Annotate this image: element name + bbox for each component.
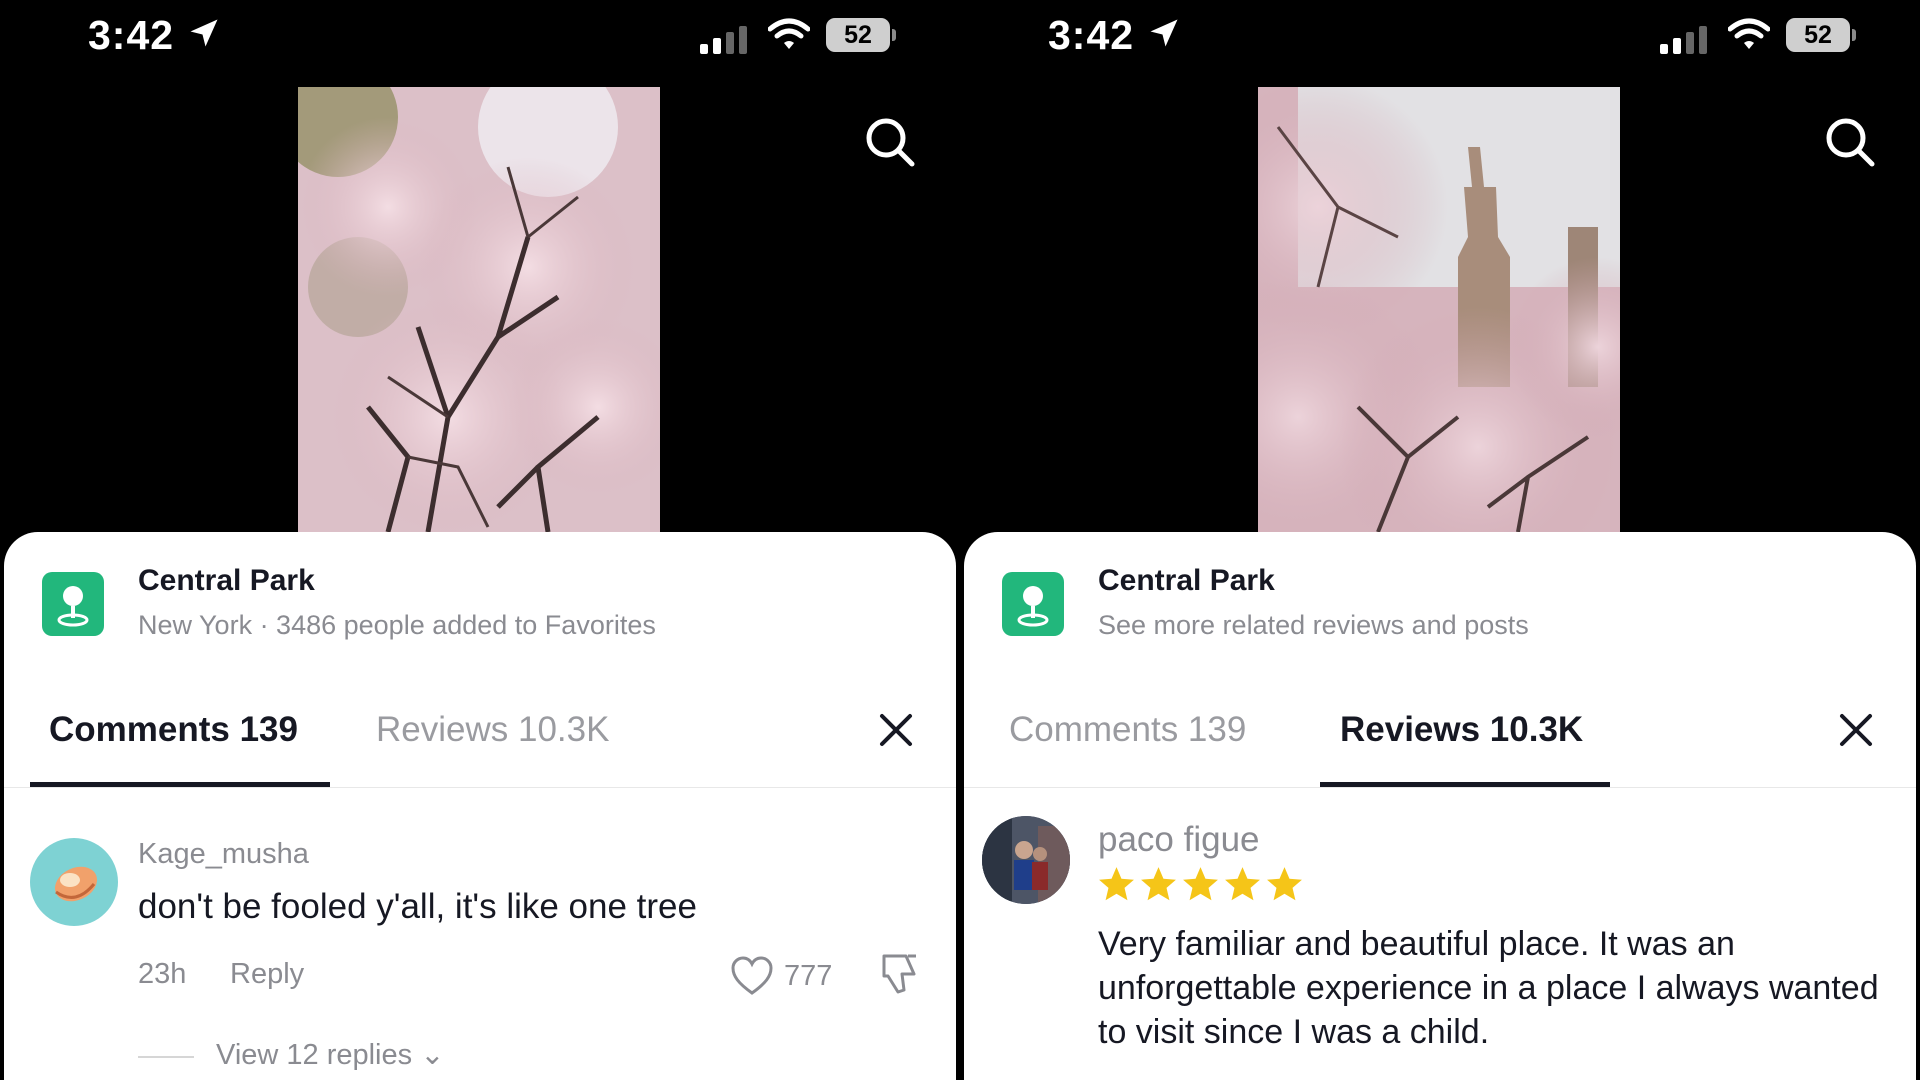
phone-screen-reviews: 3:42 52 Central Park See more related re… (960, 0, 1920, 1080)
comment-username[interactable]: Kage_musha (138, 838, 309, 871)
avatar[interactable] (982, 816, 1070, 904)
place-subtitle[interactable]: See more related reviews and posts (1098, 610, 1529, 641)
tab-reviews[interactable]: Reviews 10.3K (376, 710, 609, 750)
battery-icon: 52 (1786, 18, 1856, 52)
view-replies-label: View 12 replies (216, 1039, 413, 1071)
search-icon[interactable] (862, 114, 918, 170)
replies-divider (138, 1056, 194, 1058)
signal-icon (700, 26, 747, 54)
star-icon (1225, 867, 1260, 901)
reply-button[interactable]: Reply (230, 958, 304, 991)
place-name[interactable]: Central Park (1098, 564, 1275, 598)
review-text: Very familiar and beautiful place. It wa… (1098, 925, 1879, 1051)
tab-reviews[interactable]: Reviews 10.3K (1340, 710, 1583, 750)
dislike-icon[interactable] (878, 952, 920, 996)
comment-timestamp: 23h (138, 958, 187, 990)
location-arrow-icon (190, 19, 218, 47)
comment-text: don't be fooled y'all, it's like one tre… (138, 887, 697, 926)
tab-comments[interactable]: Comments 139 (49, 710, 298, 750)
star-icon (1267, 867, 1302, 901)
reviews-sheet: Central Park See more related reviews an… (964, 532, 1916, 1080)
tab-comments[interactable]: Comments 139 (1009, 710, 1246, 750)
battery-icon: 52 (826, 18, 896, 52)
wifi-icon (768, 18, 810, 49)
cherry-blossom-photo[interactable] (298, 87, 660, 532)
status-time: 3:42 (88, 12, 175, 58)
review-username[interactable]: paco figue (1098, 820, 1260, 860)
signal-icon (1660, 26, 1707, 54)
heart-icon[interactable] (730, 956, 774, 996)
status-bar: 3:42 52 (0, 0, 960, 75)
status-time: 3:42 (1048, 12, 1135, 58)
place-subtitle: New York · 3486 people added to Favorite… (138, 610, 656, 640)
tabs-divider (964, 787, 1916, 788)
phone-screen-comments: 3:42 52 Central Park New York · 3486 peo… (0, 0, 960, 1080)
status-bar: 3:42 52 (960, 0, 1920, 75)
star-icon (1183, 867, 1218, 901)
view-replies-button[interactable]: View 12 replies ⌄ (216, 1037, 445, 1072)
map-pin-icon[interactable] (1002, 572, 1064, 636)
battery-level: 52 (826, 18, 890, 52)
star-icon (1141, 867, 1176, 901)
like-count: 777 (784, 960, 833, 992)
chevron-down-icon: ⌄ (420, 1039, 445, 1071)
cherry-blossom-photo[interactable] (1258, 87, 1620, 532)
comments-sheet: Central Park New York · 3486 people adde… (4, 532, 956, 1080)
avatar[interactable] (30, 838, 118, 926)
search-icon[interactable] (1822, 114, 1878, 170)
star-rating (1096, 864, 1305, 908)
star-icon (1099, 867, 1134, 901)
map-pin-icon[interactable] (42, 572, 104, 636)
tabs-divider (4, 787, 956, 788)
battery-level: 52 (1786, 18, 1850, 52)
place-name[interactable]: Central Park (138, 564, 315, 598)
wifi-icon (1728, 18, 1770, 49)
location-arrow-icon (1150, 19, 1178, 47)
close-icon[interactable] (1836, 710, 1876, 750)
close-icon[interactable] (876, 710, 916, 750)
